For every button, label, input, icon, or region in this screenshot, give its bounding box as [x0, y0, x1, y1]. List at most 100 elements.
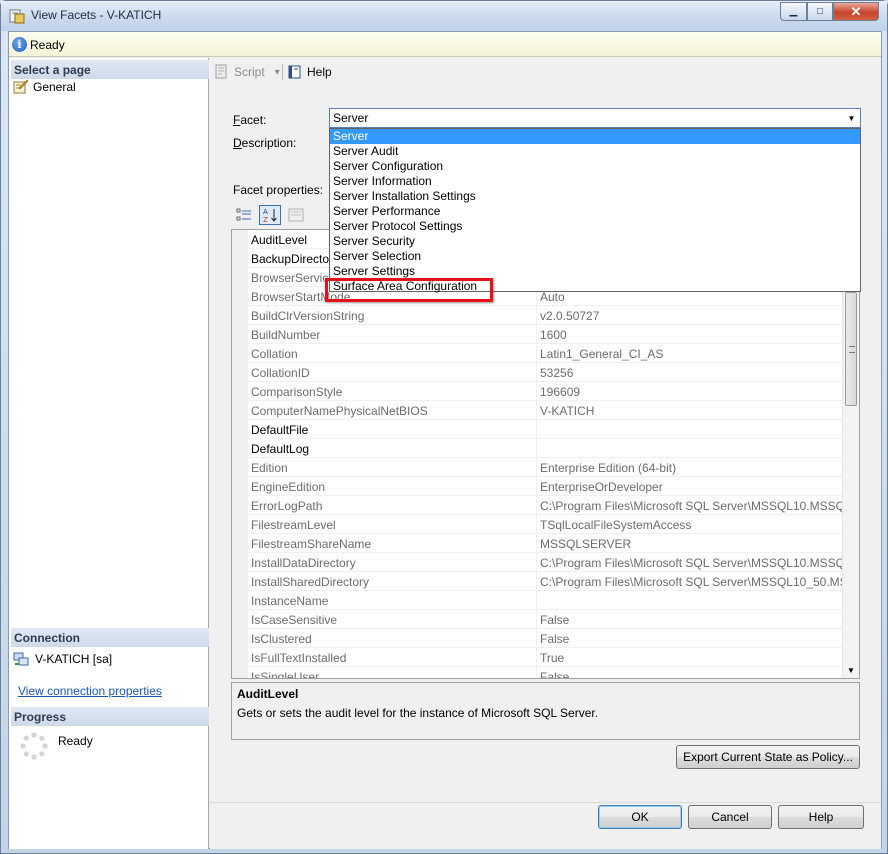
property-value[interactable]: Latin1_General_CI_AS: [537, 344, 844, 362]
facet-properties-label: Facet properties:: [233, 183, 324, 197]
property-value[interactable]: 53256: [537, 363, 844, 381]
property-row[interactable]: ErrorLogPath C:\Program Files\Microsoft S…: [248, 496, 844, 515]
property-value[interactable]: Enterprise Edition (64-bit): [537, 458, 844, 476]
property-name: EngineEdition: [248, 477, 537, 495]
property-row[interactable]: EngineEdition EnterpriseOrDeveloper: [248, 477, 844, 496]
property-row[interactable]: InstallDataDirectory C:\Program Files\Mic…: [248, 553, 844, 572]
property-value[interactable]: EnterpriseOrDeveloper: [537, 477, 844, 495]
facet-option[interactable]: Server Protocol Settings: [330, 219, 860, 234]
highlight-annotation: [325, 278, 493, 302]
status-text: Ready: [30, 38, 65, 52]
facet-option[interactable]: Server Audit: [330, 144, 860, 159]
view-connection-properties-link[interactable]: View connection properties: [18, 684, 162, 698]
view-facets-window: View Facets - V-KATICH ▁ □ ✕ i Ready Sel…: [0, 0, 888, 854]
property-row[interactable]: Edition Enterprise Edition (64-bit): [248, 458, 844, 477]
scrollbar-thumb[interactable]: [845, 292, 857, 406]
property-pages-icon: [288, 208, 304, 222]
scroll-down-icon[interactable]: ▼: [847, 666, 855, 675]
property-name: DefaultFile: [248, 420, 537, 438]
property-row[interactable]: InstanceName: [248, 591, 844, 610]
description-title: AuditLevel: [237, 687, 299, 701]
toolbar-separator: [282, 64, 283, 80]
help-toolbar-button[interactable]: Help: [287, 64, 332, 80]
left-pane: Select a page General Connection V-KATIC…: [9, 58, 209, 849]
facet-combobox[interactable]: Server ▼: [329, 108, 861, 128]
property-row[interactable]: DefaultLog: [248, 439, 844, 458]
property-value[interactable]: TSqlLocalFileSystemAccess: [537, 515, 844, 533]
help-label: Help: [808, 810, 834, 824]
property-row[interactable]: BuildClrVersionString v2.0.50727: [248, 306, 844, 325]
property-value[interactable]: C:\Program Files\Microsoft SQL Server\MS…: [537, 572, 844, 590]
property-value[interactable]: C:\Program Files\Microsoft SQL Server\MS…: [537, 553, 844, 571]
page-item-general[interactable]: General: [13, 79, 76, 95]
export-policy-button[interactable]: Export Current State as Policy...: [676, 745, 860, 769]
property-row[interactable]: ComparisonStyle 196609: [248, 382, 844, 401]
title-bar[interactable]: View Facets - V-KATICH ▁ □ ✕: [1, 1, 887, 31]
property-value[interactable]: 1600: [537, 325, 844, 343]
facet-option[interactable]: Server Selection: [330, 249, 860, 264]
property-value[interactable]: False: [537, 667, 844, 678]
property-value[interactable]: True: [537, 648, 844, 666]
property-value[interactable]: v2.0.50727: [537, 306, 844, 324]
property-row[interactable]: BuildNumber 1600: [248, 325, 844, 344]
categorized-button[interactable]: [233, 205, 255, 225]
property-grid-scrollbar[interactable]: ▼: [842, 230, 859, 678]
facet-option[interactable]: Server Security: [330, 234, 860, 249]
property-row[interactable]: FilestreamShareName MSSQLSERVER: [248, 534, 844, 553]
property-name: InstanceName: [248, 591, 537, 609]
property-value[interactable]: [537, 591, 844, 609]
maximize-icon: □: [816, 6, 824, 17]
chevron-down-icon[interactable]: ▼: [843, 109, 860, 127]
connection-name: V-KATICH [sa]: [35, 652, 113, 666]
facet-option[interactable]: Server Settings: [330, 264, 860, 279]
cancel-button[interactable]: Cancel: [688, 805, 772, 829]
categorized-icon: [236, 208, 251, 221]
minimize-icon: ▁: [789, 6, 798, 17]
maximize-button[interactable]: □: [807, 2, 833, 21]
close-icon: ✕: [850, 3, 862, 19]
script-icon: [215, 64, 227, 79]
property-name: InstallDataDirectory: [248, 553, 537, 571]
property-pages-button[interactable]: [285, 205, 307, 225]
help-button[interactable]: Help: [778, 805, 864, 829]
alphabetical-button[interactable]: A Z: [259, 205, 281, 225]
script-dropdown-icon[interactable]: ▾: [275, 67, 280, 78]
svg-text:A: A: [263, 208, 268, 216]
property-row[interactable]: InstallSharedDirectory C:\Program Files\M…: [248, 572, 844, 591]
minimize-button[interactable]: ▁: [780, 2, 807, 21]
property-value[interactable]: False: [537, 629, 844, 647]
property-row[interactable]: CollationID 53256: [248, 363, 844, 382]
close-button[interactable]: ✕: [833, 2, 879, 21]
property-value[interactable]: False: [537, 610, 844, 628]
export-policy-label: Export Current State as Policy...: [683, 750, 853, 764]
progress-spinner-icon: [20, 732, 48, 760]
facet-option[interactable]: Server Installation Settings: [330, 189, 860, 204]
property-value[interactable]: C:\Program Files\Microsoft SQL Server\MS…: [537, 496, 844, 514]
toolbar: Script ▾ Help: [210, 58, 881, 84]
facet-option[interactable]: Server: [330, 129, 860, 144]
property-name: Edition: [248, 458, 537, 476]
property-name: BuildClrVersionString: [248, 306, 537, 324]
facet-option[interactable]: Server Configuration: [330, 159, 860, 174]
property-row[interactable]: IsFullTextInstalled True: [248, 648, 844, 667]
property-row[interactable]: Collation Latin1_General_CI_AS: [248, 344, 844, 363]
property-row[interactable]: ComputerNamePhysicalNetBIOS V-KATICH: [248, 401, 844, 420]
connection-item: V-KATICH [sa]: [13, 651, 112, 667]
property-row[interactable]: IsCaseSensitive False: [248, 610, 844, 629]
property-value[interactable]: [537, 420, 844, 438]
property-row[interactable]: IsSingleUser False: [248, 667, 844, 678]
property-row[interactable]: FilestreamLevel TSqlLocalFileSystemAccess: [248, 515, 844, 534]
property-value[interactable]: MSSQLSERVER: [537, 534, 844, 552]
facet-option[interactable]: Server Information: [330, 174, 860, 189]
property-value[interactable]: V-KATICH: [537, 401, 844, 419]
facet-label: Facet:: [233, 113, 267, 127]
property-row[interactable]: DefaultFile: [248, 420, 844, 439]
script-button[interactable]: Script ▾: [214, 64, 280, 80]
property-value[interactable]: [537, 439, 844, 457]
property-name: BuildNumber: [248, 325, 537, 343]
property-value[interactable]: 196609: [537, 382, 844, 400]
ok-button[interactable]: OK: [598, 805, 682, 829]
facet-option[interactable]: Server Performance: [330, 204, 860, 219]
property-row[interactable]: IsClustered False: [248, 629, 844, 648]
facet-selected-value: Server: [333, 111, 369, 125]
